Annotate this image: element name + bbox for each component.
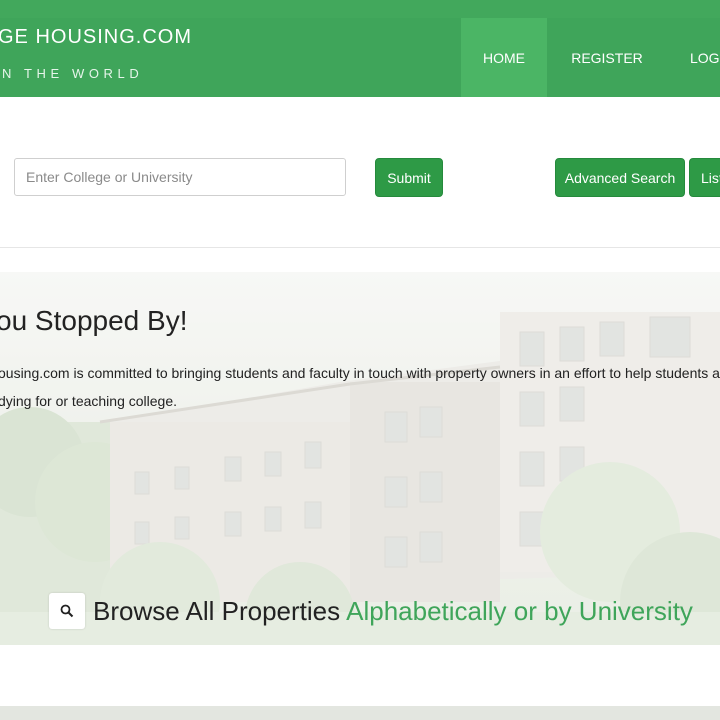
browse-properties: Browse All Properties Alphabetically or … bbox=[49, 593, 693, 629]
main-nav: HOME REGISTER LOGI bbox=[461, 18, 720, 97]
submit-button[interactable]: Submit bbox=[375, 158, 443, 197]
nav-login[interactable]: LOGI bbox=[667, 18, 720, 97]
hero-description-line-2: dying for or teaching college. bbox=[0, 393, 177, 409]
college-search-input[interactable] bbox=[14, 158, 346, 196]
hero-description-line-1: ousing.com is committed to bringing stud… bbox=[0, 365, 720, 381]
nav-home[interactable]: HOME bbox=[461, 18, 547, 97]
browse-alphabetical-link[interactable]: Alphabetically or by University bbox=[346, 596, 693, 627]
advanced-search-button[interactable]: Advanced Search bbox=[555, 158, 685, 197]
section-divider bbox=[0, 247, 720, 248]
header-top-band bbox=[0, 0, 720, 18]
list-button[interactable]: List bbox=[689, 158, 720, 197]
hero-title: ou Stopped By! bbox=[0, 305, 188, 336]
footer-strip bbox=[0, 706, 720, 720]
hero-description: ousing.com is committed to bringing stud… bbox=[0, 359, 720, 415]
site-header: GE HOUSING.COM N THE WORLD HOME REGISTER… bbox=[0, 0, 720, 97]
site-logo-title[interactable]: GE HOUSING.COM bbox=[0, 26, 192, 49]
browse-all-properties-label: Browse All Properties bbox=[93, 595, 341, 626]
nav-register[interactable]: REGISTER bbox=[547, 18, 667, 97]
site-tagline: N THE WORLD bbox=[2, 66, 144, 81]
hero-section: ou Stopped By! ousing.com is committed t… bbox=[0, 272, 720, 645]
search-icon[interactable] bbox=[49, 593, 85, 629]
